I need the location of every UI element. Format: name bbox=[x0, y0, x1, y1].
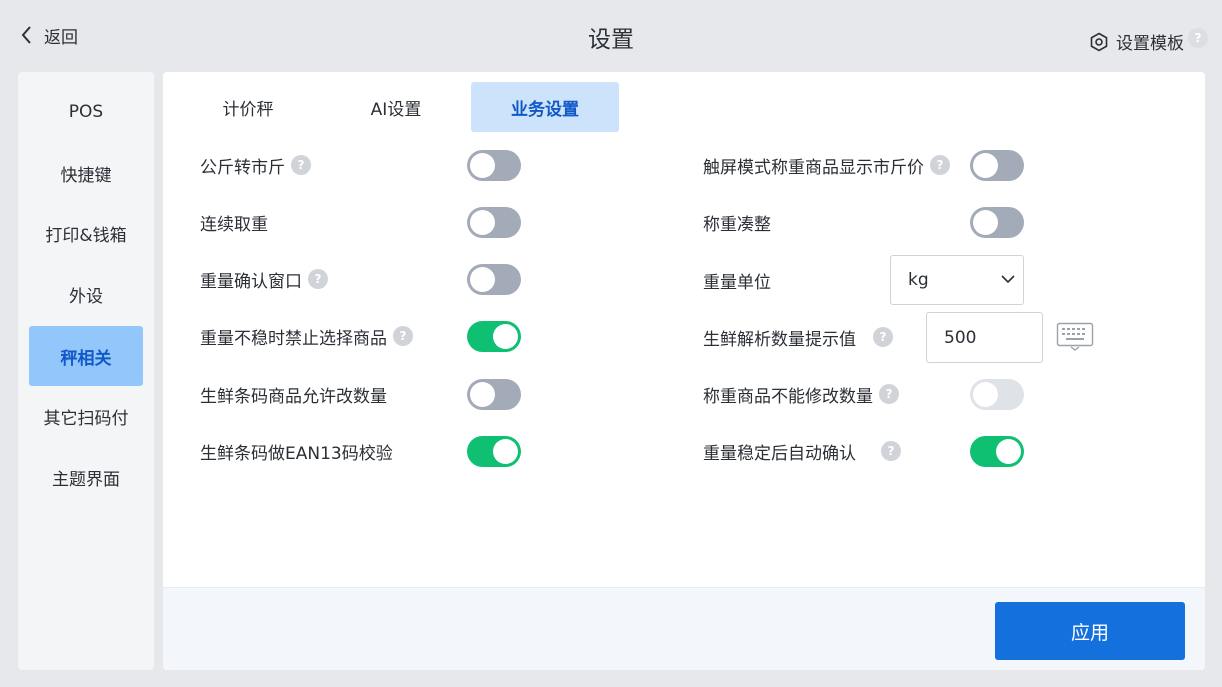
help-icon[interactable]: ? bbox=[873, 327, 893, 347]
setting-weight-rounding: 称重凑整 bbox=[703, 207, 771, 237]
toggle-knob bbox=[493, 439, 518, 464]
setting-weight-unit: 重量单位 bbox=[703, 265, 771, 295]
setting-continuous-weigh: 连续取重 bbox=[200, 207, 268, 237]
toggle-auto-confirm-stable[interactable] bbox=[970, 436, 1024, 467]
toggle-ean13-check[interactable] bbox=[467, 436, 521, 467]
toggle-kg-to-jin[interactable] bbox=[467, 150, 521, 181]
setting-kg-to-jin: 公斤转市斤 ? bbox=[200, 150, 311, 180]
toggle-knob bbox=[973, 382, 998, 407]
setting-fresh-barcode-edit-qty: 生鲜条码商品允许改数量 bbox=[200, 379, 387, 409]
setting-label: 重量稳定后自动确认 bbox=[703, 443, 856, 464]
toggle-knob bbox=[996, 439, 1021, 464]
setting-fresh-qty-hint: 生鲜解析数量提示值 ? bbox=[703, 322, 893, 352]
setting-label: 重量单位 bbox=[703, 272, 771, 293]
setting-label: 生鲜解析数量提示值 bbox=[703, 329, 856, 350]
toggle-knob bbox=[973, 210, 998, 235]
help-icon[interactable]: ? bbox=[930, 155, 950, 175]
sidebar-item-pos[interactable]: POS bbox=[29, 82, 143, 142]
apply-button[interactable]: 应用 bbox=[995, 602, 1185, 660]
tab-pricing-scale[interactable]: 计价秤 bbox=[174, 82, 322, 132]
tab-ai-settings[interactable]: AI设置 bbox=[322, 82, 470, 132]
hexagon-gear-icon bbox=[1090, 32, 1108, 51]
toggle-knob bbox=[493, 324, 518, 349]
chevron-down-icon bbox=[1001, 275, 1015, 284]
setting-touch-show-jin-price: 触屏模式称重商品显示市斤价 ? bbox=[703, 150, 950, 180]
settings-template-button[interactable]: 设置模板 ? bbox=[1089, 27, 1208, 54]
sidebar-item-other-scan-pay[interactable]: 其它扫码付 bbox=[29, 386, 143, 446]
sidebar-item-theme[interactable]: 主题界面 bbox=[29, 447, 143, 507]
setting-label: 称重凑整 bbox=[703, 214, 771, 235]
help-icon[interactable]: ? bbox=[1188, 27, 1208, 48]
weight-unit-select[interactable]: kg bbox=[890, 255, 1024, 305]
setting-label: 生鲜条码商品允许改数量 bbox=[200, 386, 387, 407]
settings-panel: 计价秤 AI设置 业务设置 公斤转市斤 ? 连续取重 重量确认窗口 ? 重量不稳… bbox=[163, 72, 1205, 670]
toggle-knob bbox=[470, 267, 495, 292]
toggle-knob bbox=[470, 210, 495, 235]
sidebar-item-shortcuts[interactable]: 快捷键 bbox=[29, 143, 143, 203]
toggle-block-unstable-weight[interactable] bbox=[467, 321, 521, 352]
toggle-fresh-barcode-edit-qty[interactable] bbox=[467, 379, 521, 410]
setting-weighed-no-edit-qty: 称重商品不能修改数量 ? bbox=[703, 379, 899, 409]
toggle-continuous-weigh[interactable] bbox=[467, 207, 521, 238]
sidebar-item-scale[interactable]: 秤相关 bbox=[29, 326, 143, 386]
setting-label: 重量不稳时禁止选择商品 bbox=[200, 328, 387, 349]
toggle-touch-show-jin-price[interactable] bbox=[970, 150, 1024, 181]
help-icon[interactable]: ? bbox=[291, 155, 311, 175]
setting-label: 连续取重 bbox=[200, 214, 268, 235]
setting-label: 生鲜条码做EAN13码校验 bbox=[200, 443, 393, 464]
toggle-weighed-no-edit-qty[interactable] bbox=[970, 379, 1024, 410]
sidebar-item-peripherals[interactable]: 外设 bbox=[29, 264, 143, 324]
sidebar: POS 快捷键 打印&钱箱 外设 秤相关 其它扫码付 主题界面 bbox=[18, 72, 154, 670]
setting-label: 重量确认窗口 bbox=[200, 271, 302, 292]
toggle-knob bbox=[470, 382, 495, 407]
toggle-weight-rounding[interactable] bbox=[970, 207, 1024, 238]
footer-bar: 应用 bbox=[163, 587, 1205, 670]
setting-weight-confirm-window: 重量确认窗口 ? bbox=[200, 264, 328, 294]
toggle-knob bbox=[470, 153, 495, 178]
setting-block-unstable-weight: 重量不稳时禁止选择商品 ? bbox=[200, 321, 413, 351]
help-icon[interactable]: ? bbox=[393, 326, 413, 346]
help-icon[interactable]: ? bbox=[879, 384, 899, 404]
setting-label: 称重商品不能修改数量 bbox=[703, 386, 873, 407]
toggle-weight-confirm-window[interactable] bbox=[467, 264, 521, 295]
page-title: 设置 bbox=[588, 27, 634, 53]
weight-unit-value: kg bbox=[908, 270, 929, 290]
toggle-knob bbox=[973, 153, 998, 178]
top-bar: 返回 设置 设置模板 ? bbox=[0, 0, 1222, 72]
help-icon[interactable]: ? bbox=[881, 441, 901, 461]
fresh-qty-hint-input[interactable]: 500 bbox=[926, 312, 1043, 363]
settings-template-label: 设置模板 bbox=[1116, 34, 1184, 54]
help-icon[interactable]: ? bbox=[308, 269, 328, 289]
setting-ean13-check: 生鲜条码做EAN13码校验 bbox=[200, 436, 393, 466]
setting-label: 触屏模式称重商品显示市斤价 bbox=[703, 157, 924, 178]
setting-label: 公斤转市斤 bbox=[200, 157, 285, 178]
setting-auto-confirm-stable: 重量稳定后自动确认 ? bbox=[703, 436, 901, 466]
tab-business-settings[interactable]: 业务设置 bbox=[471, 82, 619, 132]
keyboard-icon[interactable] bbox=[1056, 322, 1094, 352]
sidebar-item-print-cashbox[interactable]: 打印&钱箱 bbox=[29, 203, 143, 263]
